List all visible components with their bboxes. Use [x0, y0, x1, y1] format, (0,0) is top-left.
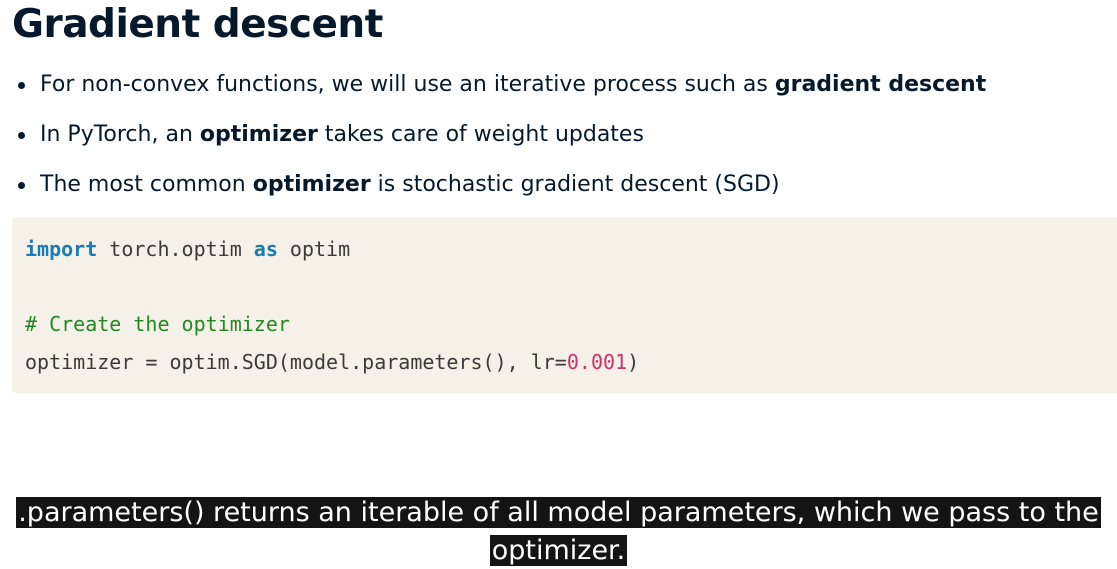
code-text: )	[627, 349, 640, 374]
code-keyword: as	[253, 237, 278, 261]
bullet-bold-term: optimizer	[199, 122, 318, 147]
code-text: torch.optim	[97, 237, 254, 261]
code-number: 0.001	[566, 349, 628, 374]
code-text: optimizer = optim.SGD(model.parameters()…	[25, 349, 567, 374]
slide-title: Gradient descent	[12, 2, 383, 47]
caption-line: optimizer.	[489, 535, 628, 566]
bullet-dot-icon	[18, 82, 25, 89]
subtitle-caption: .parameters() returns an iterable of all…	[0, 494, 1117, 569]
bullet-bold-term: optimizer	[252, 172, 371, 197]
bullet-text: is stochastic gradient descent (SGD)	[370, 172, 780, 197]
bullet-bold-term: gradient descent	[774, 72, 987, 97]
bullet-dot-icon	[18, 182, 25, 189]
bullet-item: The most common optimizer is stochastic …	[16, 168, 986, 218]
bullet-text: For non-convex functions, we will use an…	[40, 72, 775, 97]
bullet-item: For non-convex functions, we will use an…	[16, 68, 986, 118]
bullet-text: takes care of weight updates	[317, 122, 644, 147]
bullet-text: In PyTorch, an	[40, 122, 200, 147]
caption-line: .parameters() returns an iterable of all…	[16, 497, 1101, 528]
code-text: optim	[277, 237, 351, 261]
code-keyword: import	[25, 237, 98, 261]
code-comment: # Create the optimizer	[25, 312, 290, 336]
bullet-text: The most common	[40, 172, 253, 197]
code-line-optimizer: optimizer = optim.SGD(model.parameters()…	[25, 345, 1117, 383]
bullet-list: For non-convex functions, we will use an…	[16, 68, 986, 218]
code-block[interactable]: import torch.optim as optim # Create the…	[12, 217, 1117, 393]
bullet-dot-icon	[18, 132, 25, 139]
code-line-import: import torch.optim as optim	[25, 232, 1117, 270]
bullet-item: In PyTorch, an optimizer takes care of w…	[16, 118, 986, 168]
